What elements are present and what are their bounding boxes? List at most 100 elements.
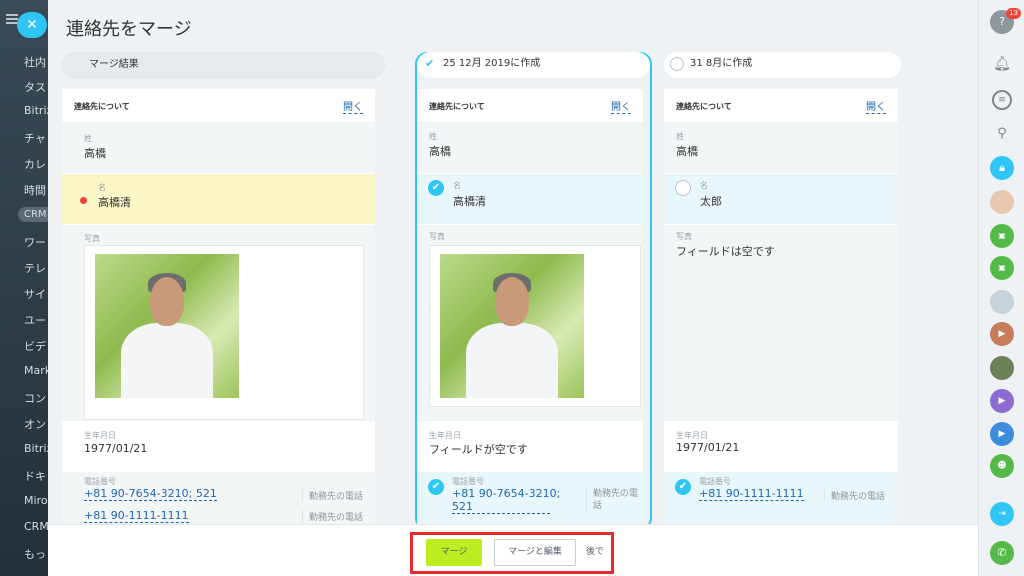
crm-icon[interactable]: ▣ [990, 256, 1014, 280]
result-column: マージ結果 [62, 52, 385, 78]
phone-link[interactable]: +81 90-1111-1111 [84, 509, 189, 523]
nav-item[interactable]: ワー [24, 234, 46, 250]
video-icon[interactable]: ▶ [990, 389, 1014, 413]
open-link[interactable]: 開く [866, 98, 886, 114]
search-icon[interactable]: ⚲ [990, 122, 1014, 146]
contact-column-1[interactable]: ✔ 25 12月 2019に作成 [417, 52, 650, 78]
video-icon[interactable]: ▶ [990, 322, 1014, 346]
section-header: 連絡先について 開く [62, 89, 375, 123]
check-selected-icon[interactable]: ✔ [675, 479, 691, 495]
merge-button[interactable]: マージ [426, 539, 482, 566]
check-selected-icon[interactable]: ✔ [428, 180, 444, 196]
nav-item-crm[interactable]: CRM [18, 207, 48, 222]
nav-item[interactable]: Bitriz [24, 104, 48, 117]
last-name-value: 高橋 [429, 145, 451, 158]
merge-and-edit-button[interactable]: マージと編集 [494, 539, 576, 566]
field-label: 姓 [84, 134, 92, 143]
phone-field[interactable]: ✔ 電話番号 +81 90-7654-3210; 521 勤務先の電話 [417, 472, 643, 524]
avatar[interactable] [990, 356, 1014, 380]
nav-item[interactable]: タス [24, 79, 46, 95]
section-header: 連絡先について 開く [417, 89, 643, 123]
section-title: 連絡先について [74, 102, 130, 111]
last-name-field: 姓 高橋 [62, 123, 375, 173]
field-label: 生年月日 [676, 431, 708, 440]
open-link[interactable]: 開く [611, 98, 631, 114]
field-label: 生年月日 [84, 431, 116, 440]
phone-type: 勤務先の電話 [824, 489, 885, 502]
nav-item[interactable]: Mark [24, 364, 48, 377]
nav-item[interactable]: CRM [24, 520, 48, 533]
field-label: 名 [98, 183, 106, 192]
nav-item[interactable]: Miro [24, 494, 48, 507]
nav-item[interactable]: 時間 [24, 182, 46, 198]
section-header: 連絡先について 開く [664, 89, 898, 123]
page-title: 連絡先をマージ [66, 19, 192, 40]
action-bar: マージ マージと編集 後で [48, 524, 978, 576]
last-name-value: 高橋 [84, 147, 106, 160]
changed-indicator-icon [80, 197, 87, 204]
field-label: 生年月日 [429, 431, 461, 440]
first-name-field: 名 高橋清 [62, 174, 375, 224]
phone-type: 勤務先の電話 [586, 488, 644, 512]
avatar[interactable] [990, 290, 1014, 314]
video-icon[interactable]: ▶ [990, 422, 1014, 446]
later-button[interactable]: 後で [586, 539, 604, 566]
first-name-field[interactable]: 名 太郎 [664, 174, 898, 224]
section-title: 連絡先について [676, 102, 732, 111]
nav-item[interactable]: ビデ [24, 338, 46, 354]
check-selected-icon[interactable]: ✔ [428, 479, 444, 495]
nav-item[interactable]: コン [24, 390, 46, 406]
phone-type: 勤務先の電話 [302, 510, 363, 523]
contact-column-2[interactable]: 31 8月に作成 [664, 52, 901, 78]
photo-field: 写真 [62, 225, 375, 421]
phone-field[interactable]: ✔ 電話番号 +81 90-1111-1111 勤務先の電話 [664, 472, 898, 524]
field-label: 姓 [676, 132, 684, 141]
bell-icon[interactable]: 🔔︎ [990, 52, 1014, 76]
radio-icon[interactable] [670, 57, 684, 71]
nav-item[interactable]: もっ [24, 546, 46, 562]
last-name-value: 高橋 [676, 145, 698, 158]
lock-icon[interactable]: 🔒︎ [990, 156, 1014, 180]
open-link[interactable]: 開く [343, 98, 363, 114]
photo-frame [84, 245, 364, 420]
birthday-value: フィールドが空です [429, 443, 528, 456]
phone-icon[interactable]: ✆ [990, 541, 1014, 565]
field-label: 写真 [84, 234, 100, 243]
nav-item[interactable]: ドキ [24, 468, 46, 484]
birthday-field: 生年月日 1977/01/21 [62, 422, 375, 472]
exit-icon[interactable]: ⇥ [990, 502, 1014, 526]
nav-item[interactable]: 社内 [24, 54, 46, 70]
nav-item[interactable]: サイ [24, 286, 46, 302]
crm-icon[interactable]: ▣ [990, 224, 1014, 248]
nav-item[interactable]: オン [24, 416, 46, 432]
check-icon: ✔ [425, 57, 435, 70]
phone-link[interactable]: 521 [452, 500, 550, 514]
phone-link[interactable]: +81 90-7654-3210; 521 [84, 487, 217, 501]
group-icon[interactable]: ☻ [990, 454, 1014, 478]
field-label: 名 [453, 181, 461, 190]
first-name-field[interactable]: ✔ 名 高橋清 [417, 174, 643, 224]
help-badge: 13 [1006, 8, 1021, 19]
avatar[interactable] [990, 190, 1014, 214]
contact-photo [95, 254, 239, 398]
contact-column-2-header[interactable]: 31 8月に作成 [664, 52, 901, 78]
phone-link[interactable]: +81 90-1111-1111 [699, 487, 804, 501]
close-icon[interactable]: ✕ [17, 12, 47, 38]
nav-item[interactable]: ユー [24, 312, 46, 328]
contact-card-2: 連絡先について 開く 姓 高橋 名 太郎 写真 フィールドは空です 生年月日 1… [664, 89, 898, 524]
nav-item[interactable]: テレ [24, 260, 46, 276]
nav-item[interactable]: カレ [24, 156, 46, 172]
contact-column-1-header[interactable]: ✔ 25 12月 2019に作成 [417, 52, 650, 78]
nav-item[interactable]: チャ [24, 130, 46, 146]
check-unselected-icon[interactable] [675, 180, 691, 196]
right-sidebar: ? 13 🔔︎ ≡ ⚲ 🔒︎ ▣ ▣ ▶ ▶ ▶ ☻ ⇥ ✆ [978, 0, 1024, 576]
nav-item[interactable]: Bitriz [24, 442, 48, 455]
birthday-field: 生年月日 フィールドが空です [417, 422, 643, 472]
phone-link[interactable]: +81 90-7654-3210; [452, 487, 560, 500]
chat-icon[interactable]: ≡ [992, 90, 1012, 110]
phone-field: 電話番号 +81 90-7654-3210; 521 勤務先の電話 +81 90… [62, 472, 375, 524]
result-card: 連絡先について 開く 姓 高橋 名 高橋清 写真 生年月日 1977/01/21… [62, 89, 375, 524]
field-label: 電話番号 [452, 477, 484, 486]
field-label: 電話番号 [84, 477, 116, 486]
birthday-field: 生年月日 1977/01/21 [664, 422, 898, 472]
